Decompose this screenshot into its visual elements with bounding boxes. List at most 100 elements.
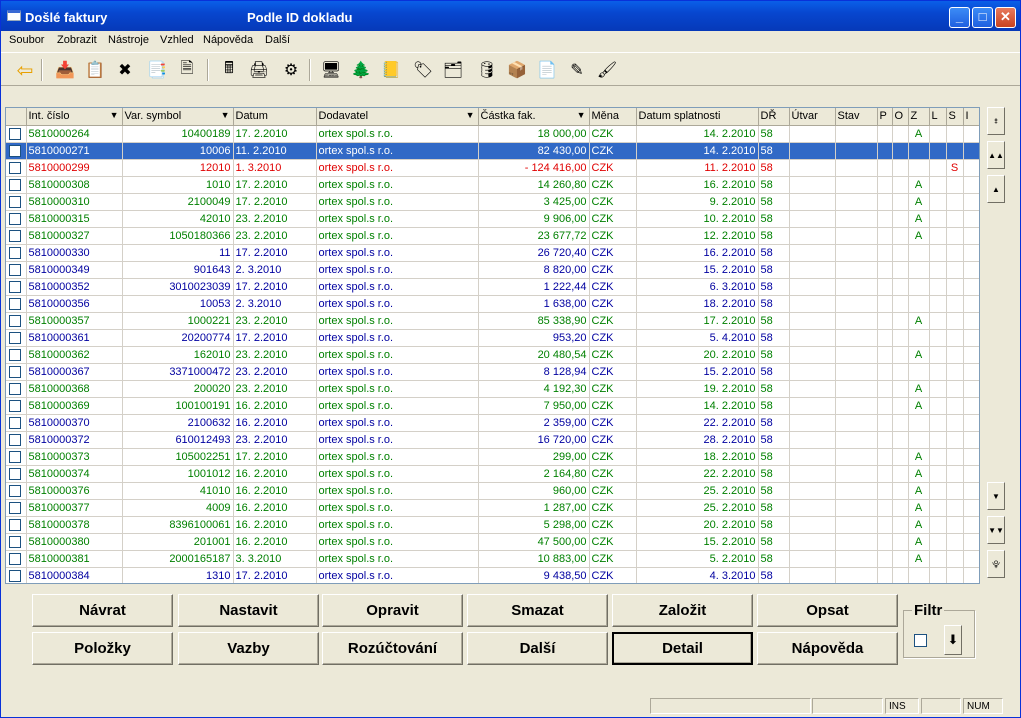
row-checkbox[interactable]	[9, 297, 21, 310]
row-checkbox[interactable]	[9, 382, 21, 395]
edit-icon[interactable]: ✎	[565, 58, 589, 82]
table-row[interactable]: 5810000380 201001 16. 2.2010 ortex spol.s r…	[6, 533, 979, 551]
table-row[interactable]: 5810000378 8396100061 16. 2.2010 ortex spol…	[6, 516, 979, 534]
table-row[interactable]: 5810000369 100100191 16. 2.2010 ortex spol.…	[6, 397, 979, 415]
scroll-bottom-button[interactable]: ⯓	[987, 550, 1005, 578]
table-row[interactable]: 5810000310 2100049 17. 2.2010 ortex spol.s …	[6, 193, 979, 211]
row-select-cell[interactable]	[6, 142, 27, 160]
column-header[interactable]: Útvar	[789, 108, 836, 126]
vertical-scrollbar[interactable]: ⯒ ▲▲ ▲ ▼ ▼▼ ⯓	[987, 107, 1005, 584]
brush-icon[interactable]: 🖌	[595, 58, 619, 82]
print-icon[interactable]: 🖨	[247, 58, 271, 82]
row-checkbox[interactable]	[9, 552, 21, 565]
column-header[interactable]: Datum splatnosti	[636, 108, 759, 126]
move-icon[interactable]: 📑	[145, 58, 169, 82]
row-select-cell[interactable]	[6, 159, 27, 177]
column-header[interactable]: P	[877, 108, 893, 126]
row-select-cell[interactable]	[6, 261, 27, 279]
opravit-button[interactable]: Opravit	[322, 594, 463, 627]
row-checkbox[interactable]	[9, 331, 21, 344]
table-row[interactable]: 5810000367 3371000472 23. 2.2010 ortex spol…	[6, 363, 979, 381]
row-select-cell[interactable]	[6, 312, 27, 330]
column-header[interactable]: S	[946, 108, 964, 126]
table-row[interactable]: 5810000308 1010 17. 2.2010 ortex spol.s r.o…	[6, 176, 979, 194]
filter-arrow-icon[interactable]: ▼	[577, 110, 586, 120]
rozuctovani-button[interactable]: Rozúčtování	[322, 632, 463, 665]
row-checkbox[interactable]	[9, 263, 21, 276]
tag-icon[interactable]: 🏷	[411, 58, 435, 82]
column-header[interactable]	[6, 108, 27, 126]
filter-button[interactable]: ⬇	[944, 625, 962, 655]
row-checkbox[interactable]	[9, 399, 21, 412]
row-checkbox[interactable]	[9, 144, 21, 157]
row-checkbox[interactable]	[9, 501, 21, 514]
row-select-cell[interactable]	[6, 244, 27, 262]
scroll-down-button[interactable]: ▼	[987, 482, 1005, 510]
scroll-page-up-button[interactable]: ▲▲	[987, 141, 1005, 169]
column-header[interactable]: L	[929, 108, 947, 126]
row-checkbox[interactable]	[9, 518, 21, 531]
stack-icon[interactable]: 🗂	[441, 58, 465, 82]
column-header[interactable]: DŘ	[758, 108, 790, 126]
table-row[interactable]: 5810000377 4009 16. 2.2010 ortex spol.s r.o…	[6, 499, 979, 517]
opsat-button[interactable]: Opsat	[757, 594, 898, 627]
zalozit-button[interactable]: Založit	[612, 594, 753, 627]
column-header[interactable]: O	[892, 108, 909, 126]
row-select-cell[interactable]	[6, 516, 27, 534]
row-select-cell[interactable]	[6, 533, 27, 551]
column-header[interactable]: Int. číslo ▼	[26, 108, 123, 126]
row-checkbox[interactable]	[9, 314, 21, 327]
table-row[interactable]: 5810000384 1310 17. 2.2010 ortex spol.s r.o…	[6, 567, 979, 583]
table-row[interactable]: 5810000299 12010 1. 3.2010 ortex spol.s r.o…	[6, 159, 979, 177]
table-row[interactable]: 5810000374 1001012 16. 2.2010 ortex spol.s …	[6, 465, 979, 483]
notebook-icon[interactable]: 📒	[379, 58, 403, 82]
menu-dalsi[interactable]: Další	[265, 34, 290, 46]
table-row[interactable]: 5810000352 3010023039 17. 2.2010 ortex spol…	[6, 278, 979, 296]
column-header[interactable]: Dodavatel ▼	[316, 108, 479, 126]
row-select-cell[interactable]	[6, 380, 27, 398]
row-checkbox[interactable]	[9, 348, 21, 361]
table-row[interactable]: 5810000372 610012493 23. 2.2010 ortex spol.…	[6, 431, 979, 449]
filter-arrow-icon[interactable]: ▼	[110, 110, 119, 120]
table-row[interactable]: 5810000373 105002251 17. 2.2010 ortex spol.…	[6, 448, 979, 466]
package-icon[interactable]: 📦	[505, 58, 529, 82]
table-row[interactable]: 5810000376 41010 16. 2.2010 ortex spol.s r.…	[6, 482, 979, 500]
polozky-button[interactable]: Položky	[32, 632, 173, 665]
navrat-button[interactable]: Návrat	[32, 594, 173, 627]
menu-vzhled[interactable]: Vzhled	[160, 34, 194, 46]
row-select-cell[interactable]	[6, 193, 27, 211]
row-checkbox[interactable]	[9, 450, 21, 463]
row-select-cell[interactable]	[6, 210, 27, 228]
column-header[interactable]: I	[963, 108, 979, 126]
delete-icon[interactable]: ✖	[113, 58, 137, 82]
nastavit-button[interactable]: Nastavit	[178, 594, 319, 627]
row-select-cell[interactable]	[6, 397, 27, 415]
row-checkbox[interactable]	[9, 229, 21, 242]
row-select-cell[interactable]	[6, 448, 27, 466]
minimize-button[interactable]: _	[949, 7, 970, 28]
table-row[interactable]: 5810000370 2100632 16. 2.2010 ortex spol.s …	[6, 414, 979, 432]
row-select-cell[interactable]	[6, 346, 27, 364]
maximize-button[interactable]: □	[972, 7, 993, 28]
calculator-icon[interactable]: 🖩	[217, 58, 241, 82]
dalsi-button[interactable]: Další	[467, 632, 608, 665]
preview-icon[interactable]: 🗎	[175, 58, 199, 82]
row-checkbox[interactable]	[9, 365, 21, 378]
row-select-cell[interactable]	[6, 499, 27, 517]
row-checkbox[interactable]	[9, 467, 21, 480]
table-row[interactable]: 5810000381 2000165187 3. 3.2010 ortex spol.…	[6, 550, 979, 568]
vazby-button[interactable]: Vazby	[178, 632, 319, 665]
row-select-cell[interactable]	[6, 227, 27, 245]
close-button[interactable]: ✕	[995, 7, 1016, 28]
row-select-cell[interactable]	[6, 363, 27, 381]
table-row[interactable]: 5810000264 10400189 17. 2.2010 ortex spol.s…	[6, 125, 979, 143]
table-row[interactable]: 5810000271 10006 11. 2.2010 ortex spol.s r.…	[6, 142, 979, 160]
column-header[interactable]: Var. symbol ▼	[122, 108, 234, 126]
filter-arrow-icon[interactable]: ▼	[221, 110, 230, 120]
row-select-cell[interactable]	[6, 550, 27, 568]
table-row[interactable]: 5810000368 200020 23. 2.2010 ortex spol.s r…	[6, 380, 979, 398]
row-checkbox[interactable]	[9, 569, 21, 582]
table-row[interactable]: 5810000356 10053 2. 3.2010 ortex spol.s r.o…	[6, 295, 979, 313]
row-select-cell[interactable]	[6, 125, 27, 143]
row-select-cell[interactable]	[6, 482, 27, 500]
